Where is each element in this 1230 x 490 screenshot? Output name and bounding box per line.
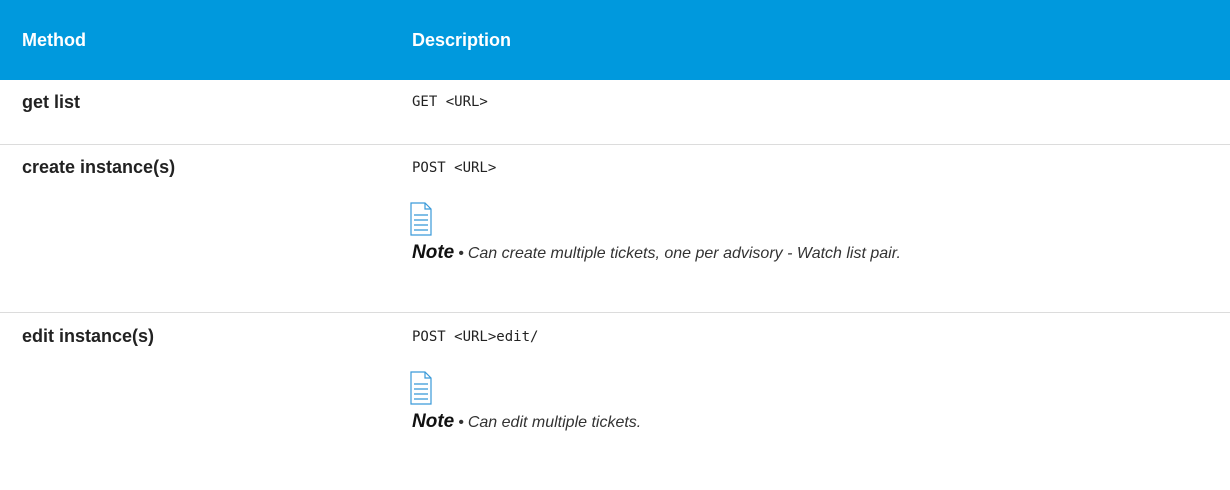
note: Note • Can create multiple tickets, one pe… bbox=[412, 242, 1230, 264]
methods-table: Method Description get list GET <URL> cr… bbox=[0, 0, 1230, 483]
note-label: Note bbox=[412, 242, 455, 263]
table-header: Method Description bbox=[0, 0, 1230, 80]
table-row: edit instance(s) POST <URL>edit/ Note • Ca… bbox=[0, 313, 1230, 483]
note-text: Can edit multiple tickets. bbox=[467, 414, 642, 431]
document-icon[interactable] bbox=[410, 202, 432, 236]
document-icon[interactable] bbox=[410, 371, 432, 405]
note-label: Note bbox=[412, 411, 455, 432]
note-text: Can create multiple tickets, one per adv… bbox=[467, 245, 901, 262]
note-bullet: • bbox=[458, 245, 464, 262]
header-description: Description bbox=[412, 29, 512, 50]
note: Note • Can edit multiple tickets. bbox=[412, 411, 1230, 433]
header-method: Method bbox=[22, 29, 86, 50]
endpoint-code: POST <URL>edit/ bbox=[412, 329, 539, 345]
method-name: get list bbox=[22, 92, 81, 112]
method-name: create instance(s) bbox=[22, 157, 176, 177]
method-name: edit instance(s) bbox=[22, 326, 155, 346]
table-row: get list GET <URL> bbox=[0, 80, 1230, 145]
table-row: create instance(s) POST <URL> Note • Can c… bbox=[0, 145, 1230, 313]
endpoint-code: POST <URL> bbox=[412, 160, 497, 176]
endpoint-code: GET <URL> bbox=[412, 94, 488, 110]
note-bullet: • bbox=[458, 414, 464, 431]
